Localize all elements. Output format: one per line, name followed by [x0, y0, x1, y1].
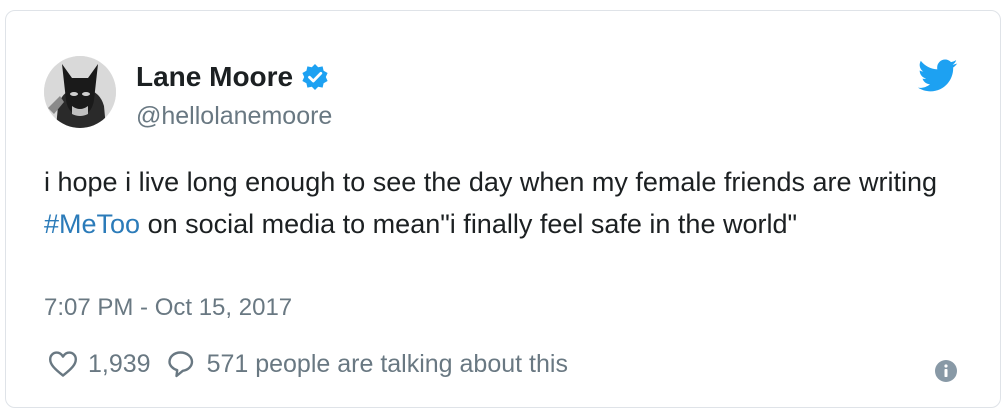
heart-icon	[48, 350, 78, 378]
info-icon[interactable]	[934, 359, 958, 383]
conversation-button[interactable]: 571 people are talking about this	[167, 349, 568, 379]
like-button[interactable]: 1,939	[48, 350, 151, 379]
avatar[interactable]	[44, 56, 116, 128]
tweet-actions: 1,939 571 people are talking about this	[48, 349, 568, 379]
author-handle[interactable]: @hellolanemoore	[136, 101, 332, 131]
tweet-text-part: on social media to mean"i finally feel s…	[140, 209, 798, 239]
twitter-bird-icon[interactable]	[918, 59, 958, 93]
speech-bubble-icon	[167, 349, 197, 379]
batman-avatar-icon	[44, 56, 116, 128]
tweet-text: i hope i live long enough to see the day…	[44, 161, 974, 245]
verified-badge-icon	[301, 63, 329, 91]
author-name[interactable]: Lane Moore	[136, 61, 293, 93]
tweet-timestamp[interactable]: 7:07 PM - Oct 15, 2017	[44, 293, 292, 323]
author-name-row: Lane Moore	[136, 61, 332, 93]
like-count: 1,939	[88, 349, 151, 378]
author-block: Lane Moore @hellolanemoore	[136, 61, 332, 131]
tweet-text-part: i hope i live long enough to see the day…	[44, 167, 938, 197]
talking-about-label: 571 people are talking about this	[206, 349, 568, 378]
hashtag-link[interactable]: #MeToo	[44, 209, 140, 239]
tweet-card[interactable]: Lane Moore @hellolanemoore i hope i live…	[5, 10, 1001, 408]
